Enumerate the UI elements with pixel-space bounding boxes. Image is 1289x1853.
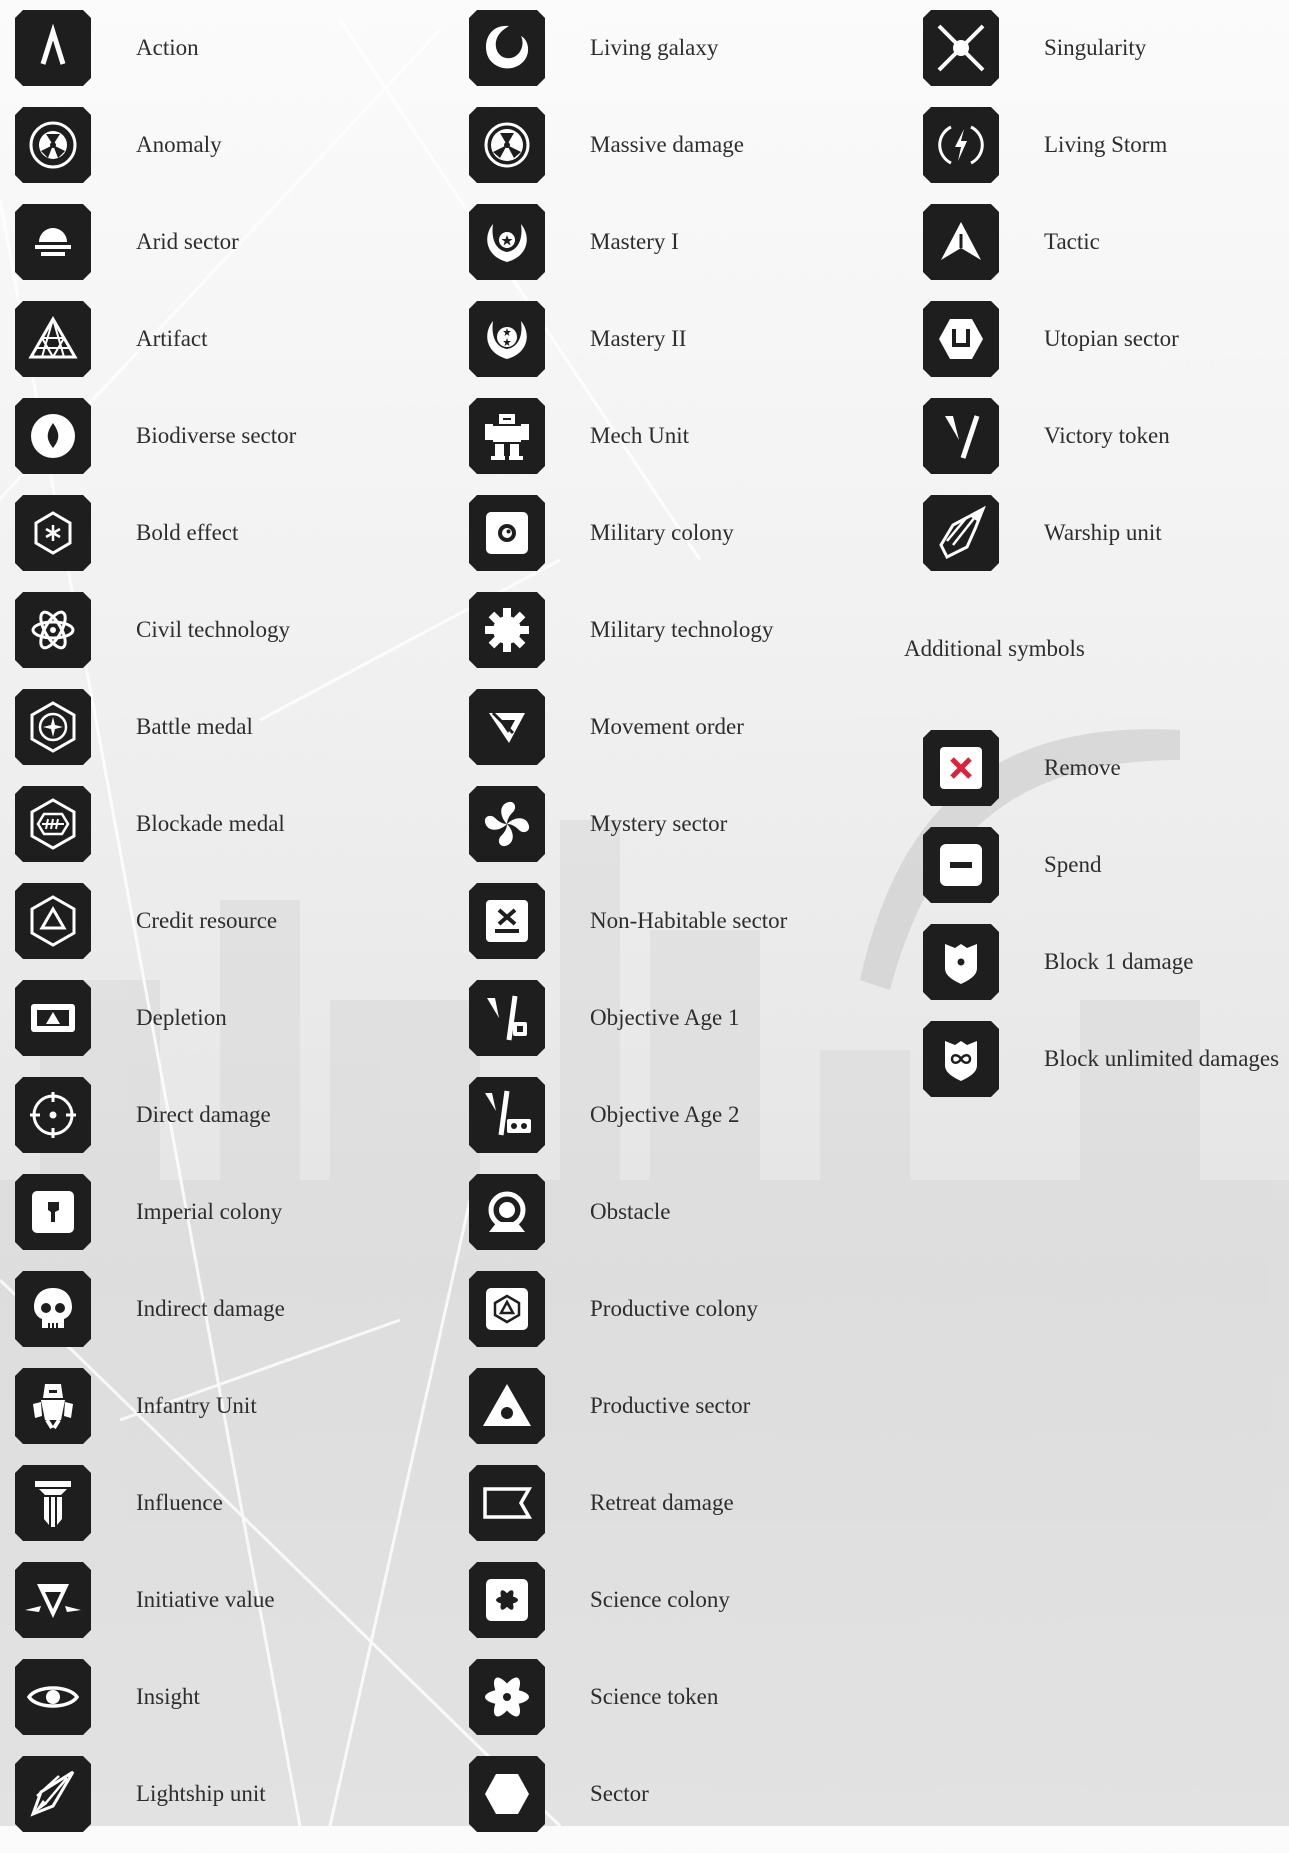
singularity-icon: [923, 10, 999, 86]
block-1-damage-icon: [923, 924, 999, 1000]
symbol-label: Block 1 damage: [1044, 949, 1194, 974]
symbol-label: Science colony: [590, 1587, 730, 1612]
symbol-label: Mystery sector: [590, 811, 728, 836]
massive-damage-icon: [469, 107, 545, 183]
artifact-icon: [15, 301, 91, 377]
mech-unit-icon: [469, 398, 545, 474]
spend-icon: [923, 827, 999, 903]
symbol-label: Arid sector: [136, 229, 239, 254]
symbol-label: Tactic: [1044, 229, 1100, 254]
biodiverse-sector-icon: [15, 398, 91, 474]
symbol-label: Battle medal: [136, 714, 253, 739]
symbol-label: Blockade medal: [136, 811, 285, 836]
credit-resource-icon: [15, 883, 91, 959]
depletion-icon: [15, 980, 91, 1056]
symbol-label: Productive sector: [590, 1393, 751, 1418]
symbol-label: Civil technology: [136, 617, 290, 642]
symbol-label: Science token: [590, 1684, 719, 1709]
movement-order-icon: [469, 689, 545, 765]
objective-age-1-icon: [469, 980, 545, 1056]
direct-damage-icon: [15, 1077, 91, 1153]
initiative-value-icon: [15, 1562, 91, 1638]
symbol-label: Productive colony: [590, 1296, 758, 1321]
symbol-label: Sector: [590, 1781, 649, 1806]
science-colony-icon: [469, 1562, 545, 1638]
symbol-label: Singularity: [1044, 35, 1147, 60]
symbol-label: Obstacle: [590, 1199, 671, 1224]
symbol-label: Mastery II: [590, 326, 687, 351]
influence-icon: [15, 1465, 91, 1541]
blockade-medal-icon: [15, 786, 91, 862]
anomaly-icon: [15, 107, 91, 183]
utopian-sector-icon: [923, 301, 999, 377]
non-habitable-sector-icon: [469, 883, 545, 959]
civil-technology-icon: [15, 592, 91, 668]
symbol-label: Artifact: [136, 326, 208, 351]
symbol-label: Living Storm: [1044, 132, 1168, 157]
symbol-label: Retreat damage: [590, 1490, 734, 1515]
science-token-icon: [469, 1659, 545, 1735]
military-colony-icon: [469, 495, 545, 571]
symbol-label: Movement order: [590, 714, 744, 739]
retreat-damage-icon: [469, 1465, 545, 1541]
victory-token-icon: [923, 398, 999, 474]
symbol-label: Mech Unit: [590, 423, 690, 448]
insight-icon: [15, 1659, 91, 1735]
symbol-label: Objective Age 2: [590, 1102, 740, 1127]
symbol-label: Indirect damage: [136, 1296, 285, 1321]
indirect-damage-icon: [15, 1271, 91, 1347]
symbol-label: Infantry Unit: [136, 1393, 257, 1418]
symbol-label: Victory token: [1044, 423, 1170, 448]
imperial-colony-icon: [15, 1174, 91, 1250]
symbol-label: Imperial colony: [136, 1199, 283, 1224]
symbol-label: Spend: [1044, 852, 1102, 877]
additional-symbols-heading: Additional symbols: [904, 636, 1085, 661]
symbol-label: Biodiverse sector: [136, 423, 297, 448]
symbol-label: Military technology: [590, 617, 774, 642]
bold-effect-icon: [15, 495, 91, 571]
symbol-label: Action: [136, 35, 199, 60]
productive-sector-icon: [469, 1368, 545, 1444]
sector-icon: [469, 1756, 545, 1832]
symbol-label: Direct damage: [136, 1102, 271, 1127]
living-storm-icon: [923, 107, 999, 183]
block-unlimited-damages-icon: [923, 1021, 999, 1097]
symbol-label: Lightship unit: [136, 1781, 266, 1806]
symbol-label: Massive damage: [590, 132, 744, 157]
symbol-label: Credit resource: [136, 908, 278, 933]
tactic-icon: [923, 204, 999, 280]
remove-icon: [923, 730, 999, 806]
military-technology-icon: [469, 592, 545, 668]
symbol-label: Insight: [136, 1684, 200, 1709]
symbol-label: Block unlimited damages: [1044, 1046, 1280, 1071]
symbol-label: Living galaxy: [590, 35, 719, 60]
living-galaxy-icon: [469, 10, 545, 86]
mastery-1-icon: [469, 204, 545, 280]
symbol-label: Military colony: [590, 520, 734, 545]
symbol-label: Depletion: [136, 1005, 227, 1030]
productive-colony-icon: [469, 1271, 545, 1347]
lightship-unit-icon: [15, 1756, 91, 1832]
arid-sector-icon: [15, 204, 91, 280]
symbol-label: Bold effect: [136, 520, 239, 545]
infantry-unit-icon: [15, 1368, 91, 1444]
action-icon: [15, 10, 91, 86]
objective-age-2-icon: [469, 1077, 545, 1153]
warship-unit-icon: [923, 495, 999, 571]
battle-medal-icon: [15, 689, 91, 765]
mastery-2-icon: [469, 301, 545, 377]
symbol-label: Remove: [1044, 755, 1121, 780]
symbol-label: Warship unit: [1044, 520, 1162, 545]
mystery-sector-icon: [469, 786, 545, 862]
obstacle-icon: [469, 1174, 545, 1250]
symbol-label: Anomaly: [136, 132, 222, 157]
symbol-label: Utopian sector: [1044, 326, 1179, 351]
symbol-label: Objective Age 1: [590, 1005, 740, 1030]
symbol-label: Influence: [136, 1490, 223, 1515]
symbol-label: Non-Habitable sector: [590, 908, 788, 933]
symbol-label: Initiative value: [136, 1587, 275, 1612]
symbol-label: Mastery I: [590, 229, 679, 254]
